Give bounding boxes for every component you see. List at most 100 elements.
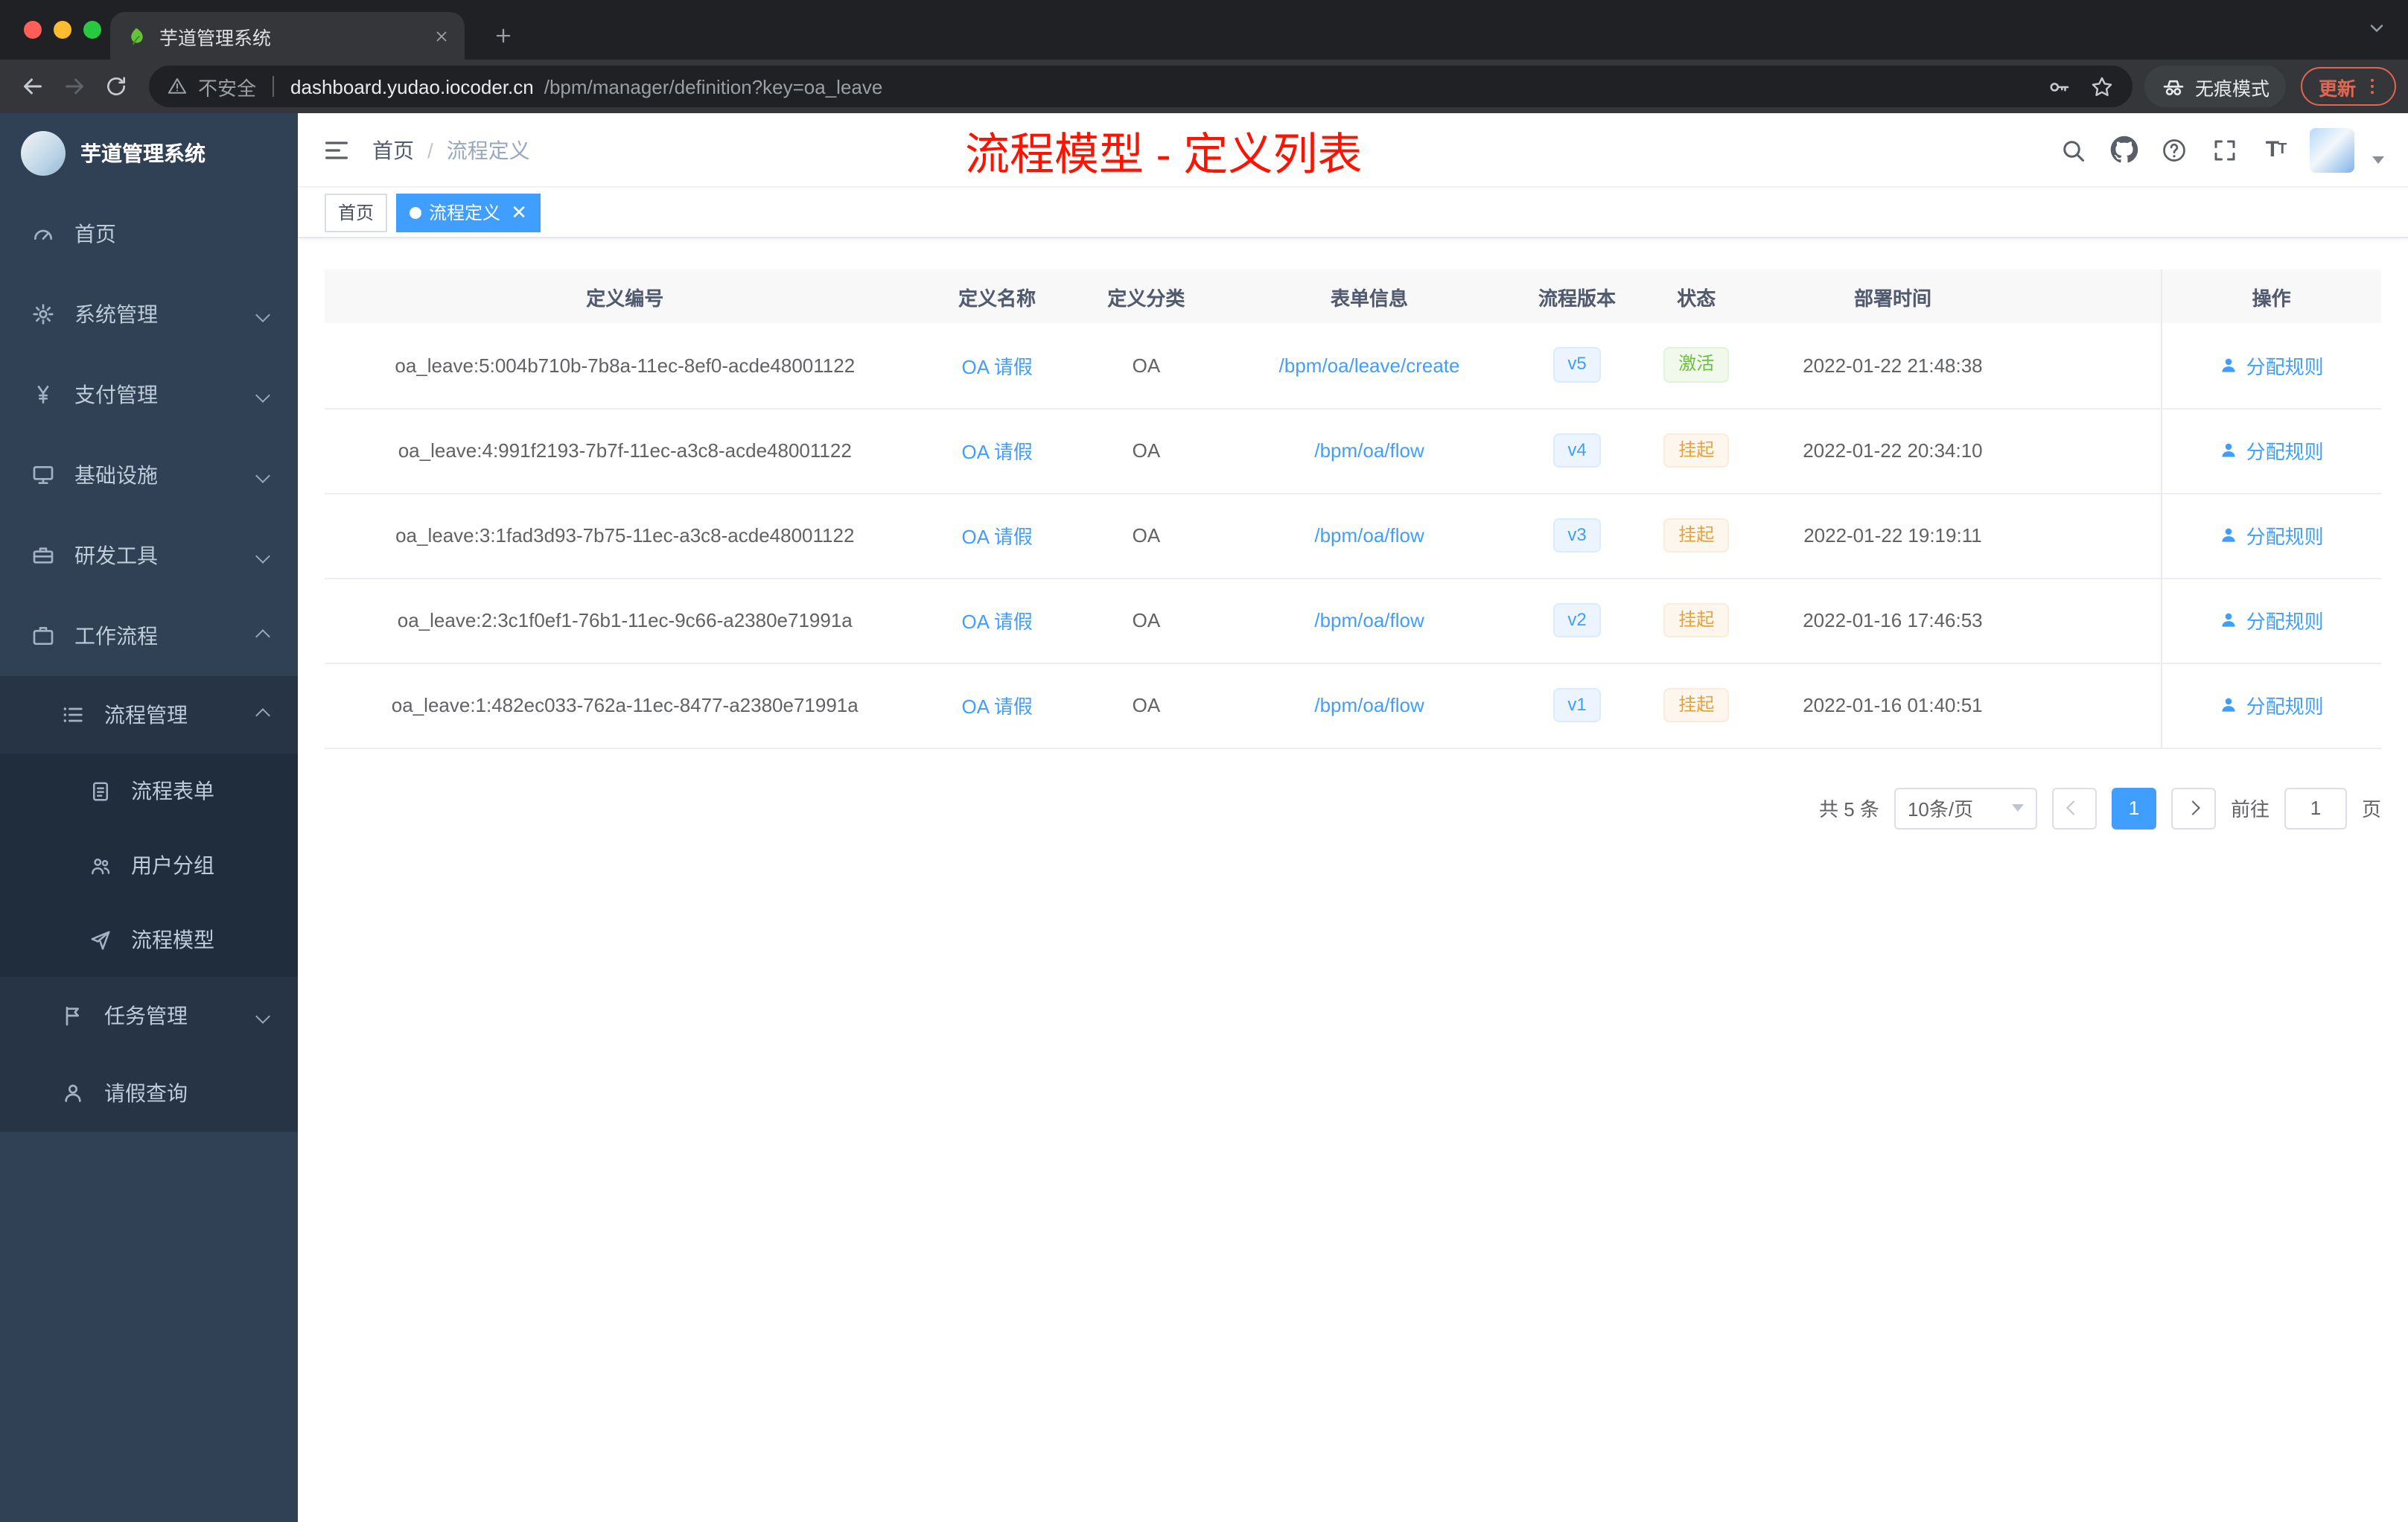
definition-name-link[interactable]: OA 请假 <box>962 695 1033 718</box>
screen: 芋道管理系统 不安全 dashboard.yudao.iocoder.cn/bp… <box>0 0 2408 1522</box>
app-title: 芋道管理系统 <box>80 141 206 165</box>
bookmark-star-icon[interactable] <box>2089 74 2115 99</box>
definition-id: oa_leave:1:482ec033-762a-11ec-8477-a2380… <box>325 663 926 748</box>
document-icon <box>86 780 113 802</box>
favicon-leaf-icon <box>125 25 147 47</box>
col-definition-category: 定义分类 <box>1068 270 1223 323</box>
sidebar-item-process-form[interactable]: 流程表单 <box>0 754 298 828</box>
collapse-sidebar-icon[interactable] <box>322 135 351 165</box>
forward-button[interactable] <box>54 66 95 107</box>
reload-button[interactable] <box>95 66 137 107</box>
avatar-dropdown-caret-icon[interactable] <box>2372 156 2384 164</box>
sidebar-item-dev-tools[interactable]: 研发工具 <box>0 515 298 596</box>
chrome-update-button[interactable]: 更新 <box>2300 67 2396 106</box>
tag-process-definition[interactable]: 流程定义 ✕ <box>396 193 541 232</box>
sidebar-item-infrastructure[interactable]: 基础设施 <box>0 435 298 515</box>
divider <box>273 76 275 97</box>
zoom-window-button[interactable] <box>83 21 101 39</box>
sidebar-item-payment-management[interactable]: 支付管理 <box>0 354 298 435</box>
sidebar-item-process-model[interactable]: 流程模型 <box>0 902 298 977</box>
form-info-link[interactable]: /bpm/oa/flow <box>1314 609 1424 631</box>
assign-rule-link[interactable]: 分配规则 <box>2220 436 2324 465</box>
form-info-link[interactable]: /bpm/oa/flow <box>1314 694 1424 716</box>
form-info-link[interactable]: /bpm/oa/leave/create <box>1279 354 1460 377</box>
active-tag-dot <box>410 206 422 218</box>
user-icon <box>2222 698 2236 712</box>
flag-icon <box>60 1004 86 1028</box>
version-badge: v4 <box>1552 433 1602 468</box>
assign-rule-link[interactable]: 分配规则 <box>2220 521 2324 550</box>
sidebar-item-system-management[interactable]: 系统管理 <box>0 274 298 354</box>
fullscreen-icon[interactable] <box>2208 133 2241 166</box>
tag-home[interactable]: 首页 <box>325 193 388 232</box>
breadcrumb-home[interactable]: 首页 <box>372 135 414 165</box>
font-size-icon[interactable]: TT <box>2259 133 2292 166</box>
incognito-badge: 无痕模式 <box>2144 66 2286 107</box>
sidebar-item-home[interactable]: 首页 <box>0 194 298 274</box>
form-info-link[interactable]: /bpm/oa/flow <box>1314 524 1424 547</box>
yen-icon <box>30 383 57 407</box>
definition-id: oa_leave:3:1fad3d93-7b75-11ec-a3c8-acde4… <box>325 493 926 579</box>
github-icon[interactable] <box>2107 133 2140 166</box>
col-spacer <box>2031 270 2162 323</box>
next-page-button[interactable] <box>2170 787 2216 829</box>
tags-view-bar: 首页 流程定义 ✕ <box>298 188 2408 238</box>
password-key-icon[interactable] <box>2046 74 2071 99</box>
browser-toolbar: 不安全 dashboard.yudao.iocoder.cn/bpm/manag… <box>0 60 2408 113</box>
table-row: oa_leave:3:1fad3d93-7b75-11ec-a3c8-acde4… <box>325 493 2381 579</box>
deploy-time: 2022-01-22 20:34:10 <box>1754 408 2032 494</box>
table-row: oa_leave:1:482ec033-762a-11ec-8477-a2380… <box>325 663 2381 748</box>
tab-close-icon[interactable] <box>433 28 450 44</box>
browser-tab[interactable]: 芋道管理系统 <box>110 12 465 60</box>
sidebar-item-process-management[interactable]: 流程管理 <box>0 676 298 754</box>
chevron-down-icon <box>255 468 270 483</box>
table-header-row: 定义编号 定义名称 定义分类 表单信息 流程版本 状态 部署时间 操作 <box>325 270 2381 323</box>
form-info-link[interactable]: /bpm/oa/flow <box>1314 439 1424 462</box>
assign-rule-link[interactable]: 分配规则 <box>2220 691 2324 719</box>
minimize-window-button[interactable] <box>54 21 71 39</box>
prev-page-button[interactable] <box>2051 787 2097 829</box>
definition-name-link[interactable]: OA 请假 <box>962 611 1033 633</box>
user-avatar[interactable] <box>2310 127 2354 172</box>
deploy-time: 2022-01-16 01:40:51 <box>1754 663 2032 748</box>
search-icon[interactable] <box>2057 133 2089 166</box>
back-button[interactable] <box>12 66 54 107</box>
pagination: 共 5 条 10条/页 1 前往 页 <box>325 787 2381 829</box>
page-size-select[interactable]: 10条/页 <box>1893 787 2037 829</box>
status-badge: 挂起 <box>1663 687 1730 723</box>
col-process-version: 流程版本 <box>1515 270 1639 323</box>
definition-name-link[interactable]: OA 请假 <box>962 526 1033 548</box>
sidebar-item-workflow[interactable]: 工作流程 <box>0 596 298 676</box>
help-icon[interactable] <box>2158 133 2191 166</box>
security-label[interactable]: 不安全 <box>198 72 256 101</box>
table-row: oa_leave:5:004b710b-7b8a-11ec-8ef0-acde4… <box>325 323 2381 409</box>
new-tab-button[interactable] <box>482 15 524 57</box>
table-row: oa_leave:4:991f2193-7b7f-11ec-a3c8-acde4… <box>325 408 2381 494</box>
sidebar-item-task-management[interactable]: 任务管理 <box>0 977 298 1054</box>
col-status: 状态 <box>1638 270 1754 323</box>
sidebar-item-user-group[interactable]: 用户分组 <box>0 828 298 902</box>
definition-name-link[interactable]: OA 请假 <box>962 356 1033 378</box>
tab-search-chevron-icon[interactable] <box>2366 18 2387 39</box>
app-logo-row[interactable]: 芋道管理系统 <box>0 113 298 194</box>
browser-menu-kebab-icon[interactable] <box>2362 76 2383 97</box>
goto-page-input[interactable] <box>2284 787 2347 829</box>
list-icon <box>60 703 86 727</box>
gear-icon <box>30 302 57 326</box>
incognito-label: 无痕模式 <box>2194 78 2270 99</box>
page-1-button[interactable]: 1 <box>2111 787 2156 829</box>
col-actions: 操作 <box>2160 270 2381 323</box>
breadcrumb: 首页 / 流程定义 <box>372 135 530 165</box>
address-bar[interactable]: 不安全 dashboard.yudao.iocoder.cn/bpm/manag… <box>149 66 2133 107</box>
sidebar-item-leave-query[interactable]: 请假查询 <box>0 1054 298 1132</box>
definition-name-link[interactable]: OA 请假 <box>962 441 1033 463</box>
assign-rule-link[interactable]: 分配规则 <box>2220 606 2324 634</box>
sidebar: 芋道管理系统 首页 系统管理 支付管理 基础设施 研发工具 工作流程 流程管理 … <box>0 113 298 1522</box>
page-content: 定义编号 定义名称 定义分类 表单信息 流程版本 状态 部署时间 操作 oa_l… <box>298 238 2408 1522</box>
close-window-button[interactable] <box>24 21 42 39</box>
not-secure-warning-icon <box>167 76 188 97</box>
assign-rule-link[interactable]: 分配规则 <box>2220 351 2324 380</box>
chevron-down-icon <box>255 387 270 402</box>
user-icon <box>60 1081 86 1105</box>
tag-close-icon[interactable]: ✕ <box>511 203 527 222</box>
